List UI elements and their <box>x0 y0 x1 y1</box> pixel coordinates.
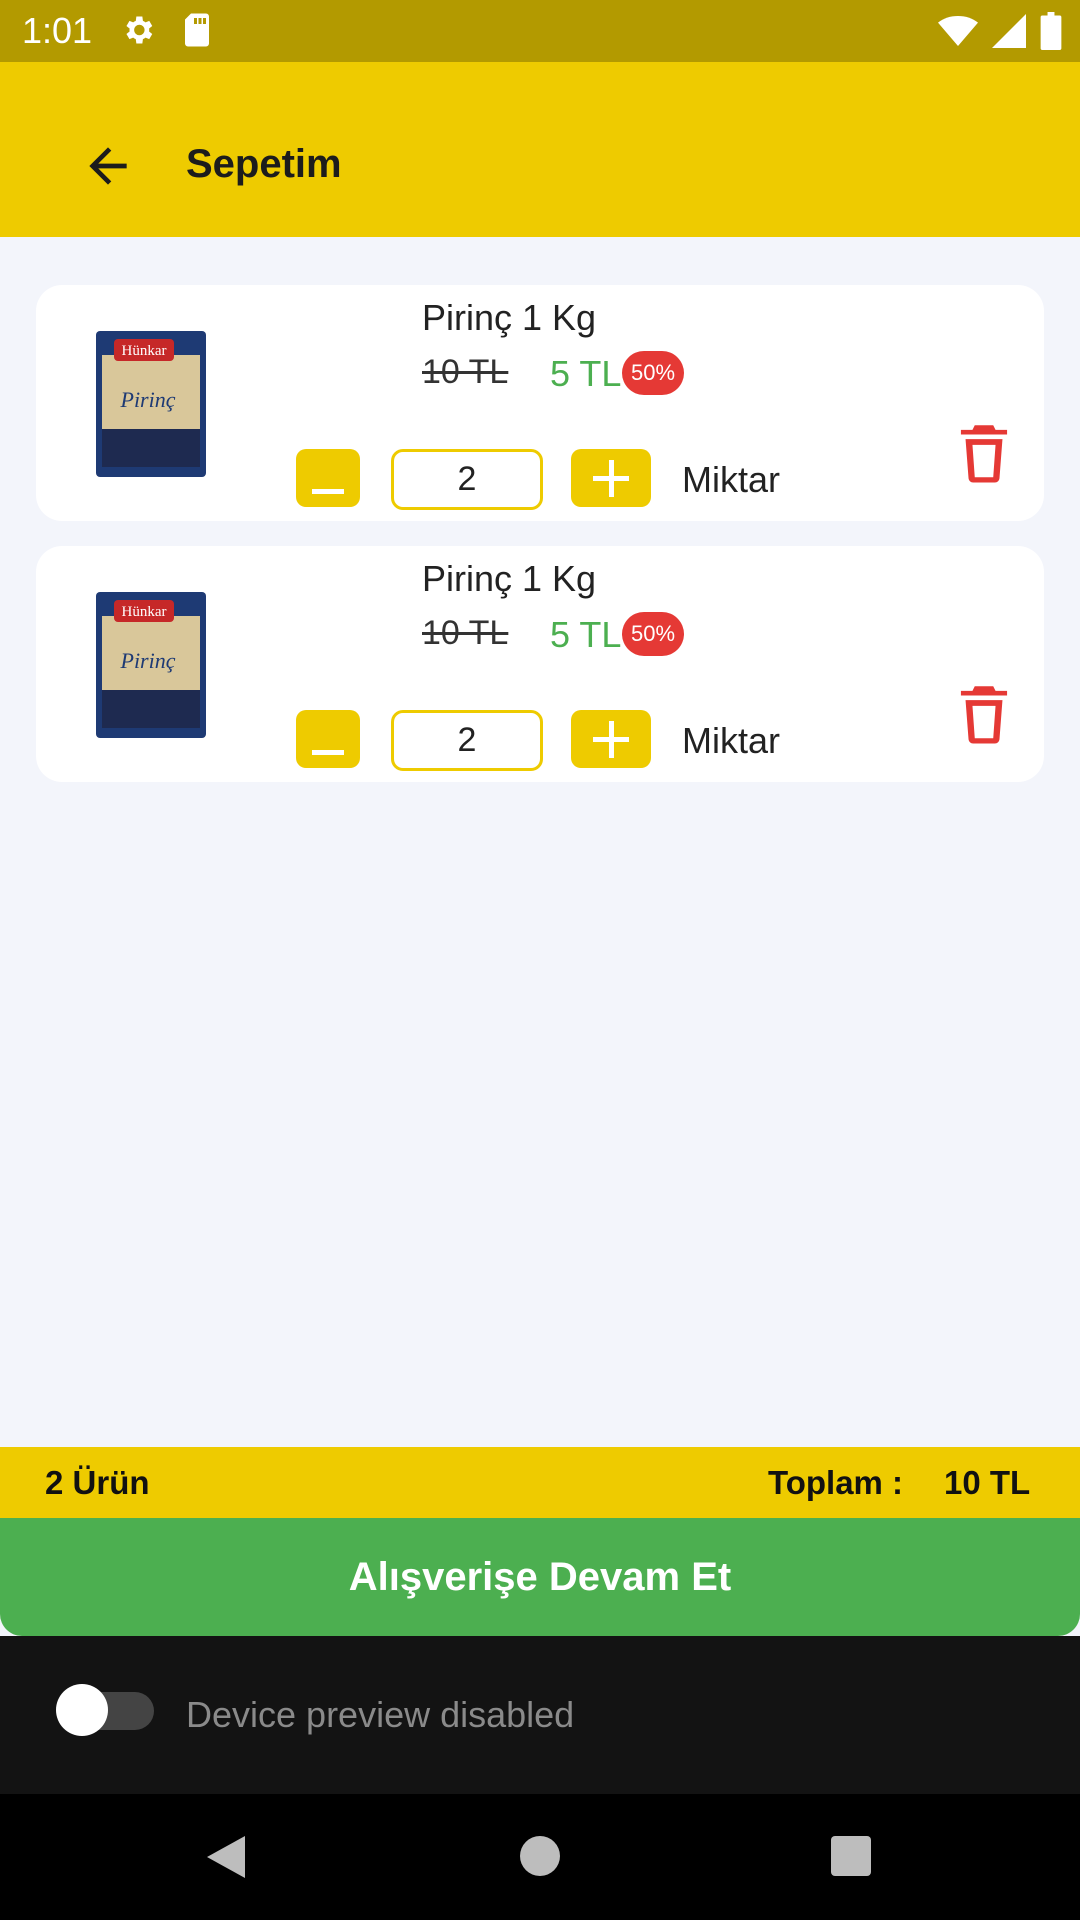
wifi-icon <box>938 14 978 53</box>
nav-recents-icon[interactable] <box>831 1836 871 1876</box>
product-image: Hünkar Pirinç <box>96 592 206 738</box>
quantity-label: Miktar <box>682 459 780 500</box>
navigation-bar <box>0 1794 1080 1920</box>
new-price: 5 TL <box>550 614 622 655</box>
total-value: 10 TL <box>944 1464 1031 1501</box>
cart-item: Hünkar Pirinç Pirinç 1 Kg 10 TL 5 TL 50%… <box>36 546 1044 782</box>
quantity-field[interactable]: 2 <box>391 710 543 771</box>
svg-text:Pirinç: Pirinç <box>120 387 176 412</box>
battery-icon <box>1040 12 1062 55</box>
continue-shopping-button[interactable]: Alışverişe Devam Et <box>0 1518 1080 1636</box>
device-preview-toggle[interactable] <box>56 1684 154 1736</box>
svg-text:Pirinç: Pirinç <box>120 648 176 673</box>
discount-badge: 50% <box>622 351 684 395</box>
delete-button[interactable] <box>956 684 1012 744</box>
decrease-quantity-button[interactable] <box>296 710 360 768</box>
old-price: 10 TL <box>422 353 509 391</box>
cart-item: Hünkar Pirinç Pirinç 1 Kg 10 TL 5 TL 50%… <box>36 285 1044 521</box>
signal-icon <box>992 14 1026 53</box>
status-bar: 1:01 <box>0 0 1080 62</box>
svg-text:Hünkar: Hünkar <box>122 343 167 359</box>
increase-quantity-button[interactable] <box>571 449 651 507</box>
page-title: Sepetim <box>186 142 342 186</box>
back-button[interactable] <box>80 138 136 194</box>
arrow-left-icon <box>89 147 127 185</box>
product-name: Pirinç 1 Kg <box>422 558 597 599</box>
trash-icon <box>960 425 1008 483</box>
settings-icon <box>120 12 156 53</box>
item-count: 2 Ürün <box>45 1464 150 1501</box>
app-bar: Sepetim <box>0 62 1080 237</box>
total-label: Toplam : <box>768 1464 904 1501</box>
discount-badge: 50% <box>622 612 684 656</box>
status-time: 1:01 <box>22 10 93 51</box>
svg-text:Hünkar: Hünkar <box>122 604 167 620</box>
toggle-knob <box>56 1684 108 1736</box>
product-image: Hünkar Pirinç <box>96 331 206 477</box>
old-price: 10 TL <box>422 614 509 652</box>
device-preview-panel: Device preview disabled <box>0 1636 1080 1794</box>
sd-card-icon <box>182 12 212 53</box>
delete-button[interactable] <box>956 423 1012 483</box>
increase-quantity-button[interactable] <box>571 710 651 768</box>
product-name: Pirinç 1 Kg <box>422 297 597 338</box>
new-price: 5 TL <box>550 353 622 394</box>
device-preview-label: Device preview disabled <box>186 1694 575 1735</box>
quantity-field[interactable]: 2 <box>391 449 543 510</box>
decrease-quantity-button[interactable] <box>296 449 360 507</box>
quantity-label: Miktar <box>682 720 780 761</box>
trash-icon <box>960 686 1008 744</box>
nav-home-icon[interactable] <box>520 1836 560 1876</box>
cart-summary: 2 Ürün Toplam : 10 TL <box>0 1447 1080 1518</box>
nav-back-icon[interactable] <box>205 1834 247 1880</box>
